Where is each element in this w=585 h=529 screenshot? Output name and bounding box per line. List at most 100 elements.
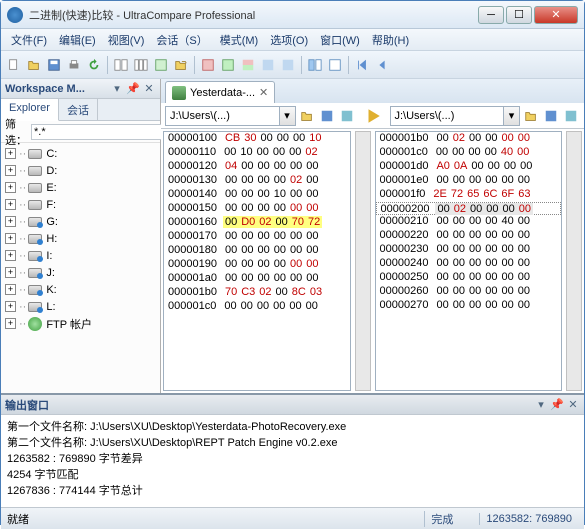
open-icon[interactable] [25, 56, 43, 74]
filter-input[interactable] [31, 124, 179, 140]
tree-item[interactable]: +··D: [3, 162, 158, 179]
hex-row[interactable]: 00000100CB3000000010 [164, 132, 350, 146]
hex-row[interactable]: 00000180000000000000 [164, 244, 350, 258]
expand-icon[interactable]: + [5, 165, 16, 176]
menu-item[interactable]: 选项(O) [264, 30, 314, 50]
hex-row[interactable]: 00000130000000000200 [164, 174, 350, 188]
hex-row[interactable]: 000001e0000000000000 [376, 174, 562, 188]
hex-row[interactable]: 00000220000000000000 [376, 229, 562, 243]
print-icon[interactable] [65, 56, 83, 74]
hex-row[interactable]: 000001c0000000000000 [164, 300, 350, 314]
menu-item[interactable]: 编辑(E) [53, 30, 102, 50]
hex-row[interactable]: 00000170000000000000 [164, 230, 350, 244]
output-text[interactable]: 第一个文件名称: J:\Users\XU\Desktop\Yesterdata-… [1, 415, 584, 507]
compare-run-button[interactable] [362, 105, 384, 127]
expand-icon[interactable]: + [5, 318, 16, 329]
hex-row[interactable]: 00000210000000004000 [376, 215, 562, 229]
nav-prev-icon[interactable] [373, 56, 391, 74]
output-close-icon[interactable]: ✕ [566, 398, 580, 412]
left-path-input[interactable]: J:\Users\(...) [165, 106, 280, 126]
right-path-dropdown[interactable]: ▾ [504, 106, 520, 126]
tab-session[interactable]: 会话 [59, 99, 98, 120]
expand-icon[interactable]: + [5, 148, 16, 159]
tree-item[interactable]: +··F: [3, 196, 158, 213]
right-hex-pane[interactable]: 000001b0000200000000000001c0000000004000… [375, 131, 563, 391]
menu-item[interactable]: 视图(V) [102, 30, 151, 50]
hex-row[interactable]: 00000260000000000000 [376, 285, 562, 299]
view-match-icon[interactable] [219, 56, 237, 74]
tree-item[interactable]: +··L: [3, 298, 158, 315]
view-side-icon[interactable] [259, 56, 277, 74]
hex-row[interactable]: 000001c0000000004000 [376, 146, 562, 160]
view-diff-icon[interactable] [199, 56, 217, 74]
output-dropdown-icon[interactable]: ▾ [534, 398, 548, 412]
menu-item[interactable]: 文件(F) [5, 30, 53, 50]
hex-row[interactable]: 00000140000000100000 [164, 188, 350, 202]
menu-item[interactable]: 会话（S） [150, 30, 213, 50]
compare-text3-icon[interactable] [132, 56, 150, 74]
right-scrollbar[interactable] [566, 131, 582, 391]
left-open-icon[interactable] [298, 107, 316, 125]
tree-item[interactable]: +··H: [3, 230, 158, 247]
drive-tree[interactable]: +··C:+··D:+··E:+··F:+··G:+··H:+··I:+··J:… [1, 143, 160, 393]
tree-item[interactable]: +··FTP 帐户 [3, 315, 158, 332]
close-button[interactable]: ✕ [534, 6, 578, 24]
expand-icon[interactable]: + [5, 216, 16, 227]
hex-row[interactable]: 00000120040000000000 [164, 160, 350, 174]
tree-item[interactable]: +··J: [3, 264, 158, 281]
hex-row[interactable]: 00000250000000000000 [376, 271, 562, 285]
compare-binary-icon[interactable] [152, 56, 170, 74]
menu-item[interactable]: 帮助(H) [366, 30, 415, 50]
tree-item[interactable]: +··E: [3, 179, 158, 196]
pin-icon[interactable]: 📌 [126, 82, 140, 96]
hex-row[interactable]: 000001b070C302008C03 [164, 286, 350, 300]
document-tab[interactable]: Yesterdata-... ✕ [165, 81, 275, 103]
hex-row[interactable]: 000001b0000200000000 [376, 132, 562, 146]
view-stack-icon[interactable] [279, 56, 297, 74]
hex-row[interactable]: 000001f02E72656C6F63 [376, 188, 562, 202]
expand-icon[interactable]: + [5, 182, 16, 193]
hex-row[interactable]: 000001a0000000000000 [164, 272, 350, 286]
dropdown-icon[interactable]: ▾ [110, 82, 124, 96]
right-path-input[interactable]: J:\Users\(...) [390, 106, 505, 126]
left-hex-pane[interactable]: 00000100CB300000001000000110001000000002… [163, 131, 351, 391]
right-reload-icon[interactable] [562, 107, 580, 125]
hex-row[interactable]: 000001d0A00A00000000 [376, 160, 562, 174]
hex-row[interactable]: 00000240000000000000 [376, 257, 562, 271]
left-save-icon[interactable] [318, 107, 336, 125]
left-scrollbar[interactable] [355, 131, 371, 391]
right-open-icon[interactable] [522, 107, 540, 125]
expand-icon[interactable]: + [5, 301, 16, 312]
maximize-button[interactable]: ☐ [506, 6, 532, 24]
panel-close-icon[interactable]: ✕ [142, 82, 156, 96]
hex-row[interactable]: 00000200000200000000 [376, 202, 562, 215]
hex-row[interactable]: 00000110001000000002 [164, 146, 350, 160]
menu-item[interactable]: 模式(M) [214, 30, 265, 50]
expand-icon[interactable]: + [5, 284, 16, 295]
minimize-button[interactable]: ─ [478, 6, 504, 24]
layout-2pane-icon[interactable] [306, 56, 324, 74]
output-pin-icon[interactable]: 📌 [550, 398, 564, 412]
hex-row[interactable]: 00000230000000000000 [376, 243, 562, 257]
nav-first-icon[interactable] [353, 56, 371, 74]
hex-row[interactable]: 00000270000000000000 [376, 299, 562, 313]
save-icon[interactable] [45, 56, 63, 74]
tree-item[interactable]: +··I: [3, 247, 158, 264]
tree-item[interactable]: +··K: [3, 281, 158, 298]
right-save-icon[interactable] [542, 107, 560, 125]
view-all-icon[interactable] [239, 56, 257, 74]
expand-icon[interactable]: + [5, 233, 16, 244]
left-reload-icon[interactable] [338, 107, 356, 125]
new-icon[interactable] [5, 56, 23, 74]
tree-item[interactable]: +··G: [3, 213, 158, 230]
expand-icon[interactable]: + [5, 267, 16, 278]
compare-folder-icon[interactable] [172, 56, 190, 74]
hex-row[interactable]: 00000150000000000000 [164, 202, 350, 216]
hex-row[interactable]: 0000016000D002007072 [164, 216, 350, 230]
compare-text-icon[interactable] [112, 56, 130, 74]
expand-icon[interactable]: + [5, 250, 16, 261]
menu-item[interactable]: 窗口(W) [314, 30, 366, 50]
tree-item[interactable]: +··C: [3, 145, 158, 162]
tab-close-icon[interactable]: ✕ [259, 86, 268, 99]
left-path-dropdown[interactable]: ▾ [280, 106, 296, 126]
